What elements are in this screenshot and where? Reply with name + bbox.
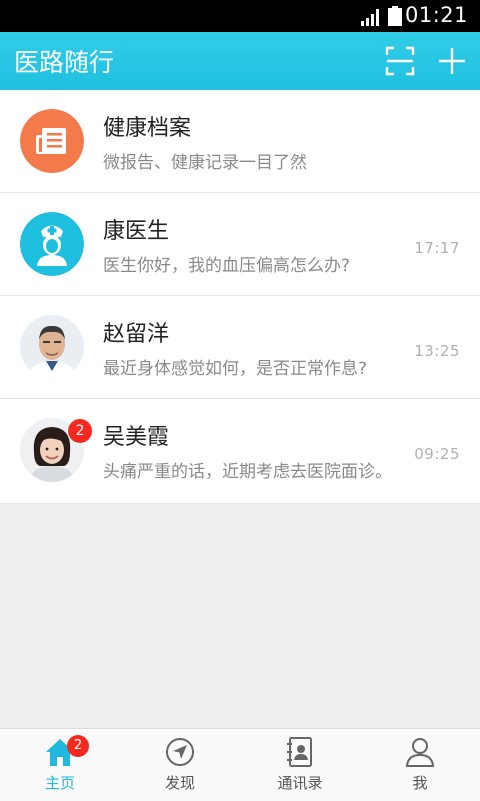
message-preview: 头痛严重的话，近期考虑去医院面诊。: [103, 462, 392, 482]
tab-discover[interactable]: 发现: [120, 729, 240, 801]
list-item[interactable]: 康医生 医生你好，我的血压偏高怎么办? 17:17: [0, 193, 480, 296]
list-item[interactable]: 2 吴美霞 头痛严重的话，近期考虑去医院面诊。 09:25: [0, 399, 480, 504]
battery-icon: [388, 6, 402, 26]
tab-contacts-label: 通讯录: [277, 774, 323, 792]
app-title: 医路随行: [14, 48, 115, 77]
contact-name: 健康档案: [103, 116, 192, 141]
message-preview: 医生你好，我的血压偏高怎么办?: [103, 256, 351, 276]
conversation-list: 健康档案 微报告、健康记录一目了然 康医生 医生你好，我的血压偏高怎么办? 17…: [0, 90, 480, 504]
tab-home-label: 主页: [44, 774, 75, 792]
tab-home[interactable]: 2 主页: [0, 729, 120, 801]
tab-me[interactable]: 我: [360, 729, 480, 801]
unread-badge: 2: [67, 418, 93, 444]
message-preview: 微报告、健康记录一目了然: [103, 153, 307, 173]
add-icon[interactable]: [436, 45, 468, 77]
nurse-icon: [20, 212, 84, 276]
contacts-book-icon: [287, 737, 312, 767]
bottom-tab-bar: 2 主页 发现 通讯录 我: [0, 728, 480, 801]
tab-discover-label: 发现: [164, 774, 195, 792]
person-icon: [405, 738, 435, 767]
list-item[interactable]: 赵留洋 最近身体感觉如何，是否正常作息? 13:25: [0, 296, 480, 399]
home-badge: 2: [67, 735, 89, 757]
archive-icon: [20, 109, 84, 173]
message-time: 09:25: [414, 445, 460, 463]
compass-icon: [166, 738, 194, 766]
message-preview: 最近身体感觉如何，是否正常作息?: [103, 359, 368, 379]
tab-contacts[interactable]: 通讯录: [240, 729, 360, 801]
scan-icon[interactable]: [384, 45, 416, 77]
message-time: 13:25: [414, 342, 460, 360]
app-bar: 医路随行: [0, 32, 480, 90]
male-doctor-avatar: [20, 315, 84, 379]
message-time: 17:17: [414, 239, 460, 257]
contact-name: 吴美霞: [103, 425, 170, 450]
status-bar: 01:21: [0, 0, 480, 32]
contact-name: 康医生: [103, 219, 170, 244]
contact-name: 赵留洋: [103, 322, 170, 347]
tab-me-label: 我: [412, 774, 428, 792]
signal-icon: [361, 9, 379, 26]
list-item[interactable]: 健康档案 微报告、健康记录一目了然: [0, 90, 480, 193]
status-time: 01:21: [404, 3, 468, 27]
